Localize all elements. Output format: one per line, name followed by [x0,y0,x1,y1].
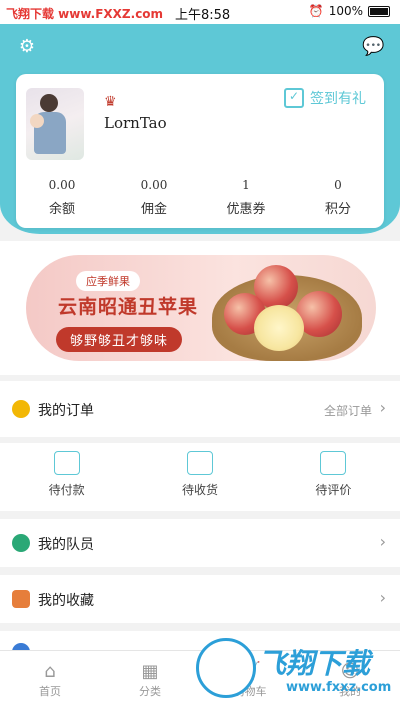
truck-icon [186,451,213,475]
gear-icon[interactable]: ⚙ [16,36,38,58]
site-watermark: 飞翔下载 www.fxxz.com [196,636,396,706]
status-right: ⏰ 100% [309,4,390,18]
checkin-label: 签到有礼 [310,91,366,107]
banner-title: 云南昭通丑苹果 [58,296,199,318]
category-icon: ▦ [141,661,159,682]
wallet-icon [53,451,80,475]
order-pending-review[interactable]: 待评价 [267,443,400,511]
stats-row: 0.00 余额 0.00 佣金 1 优惠券 0 积分 [16,178,384,217]
banner-section: 应季鲜果 云南昭通丑苹果 够野够丑才够味 [0,241,400,375]
menu-item-label: 我的队员 [38,537,94,553]
watermark-url: www.fxxz.com [286,680,392,695]
chevron-right-icon: › [379,532,386,551]
tab-home[interactable]: ⌂ 首页 [0,651,100,712]
review-icon [320,451,347,475]
banner-tag: 应季鲜果 [76,271,140,291]
stat-commission[interactable]: 0.00 佣金 [108,178,200,217]
stat-points[interactable]: 0 积分 [292,178,384,217]
battery-percent: 100% [328,4,363,18]
order-list-icon [12,400,30,418]
chevron-right-icon: › [379,398,386,417]
checkin-button[interactable]: 签到有礼 [284,88,366,108]
tab-category[interactable]: ▦ 分类 [100,651,200,712]
favorite-icon [12,590,30,608]
menu-item-team[interactable]: 我的队员 › [0,519,400,567]
apple-slice-image [254,305,304,351]
banner-subtitle: 够野够丑才够味 [56,327,183,352]
home-icon: ⌂ [44,661,56,682]
team-icon [12,534,30,552]
crown-icon: ♛ [104,94,117,110]
menu-item-label: 我的收藏 [38,593,94,609]
menu-item-favorites[interactable]: 我的收藏 › [0,575,400,623]
status-bar: 飞翔下载 www.FXXZ.com 上午8:58 ⏰ 100% [0,0,400,24]
calendar-check-icon [284,88,304,108]
watermark-text: 飞翔下载 [258,647,371,680]
watermark-logo-icon [196,638,256,698]
status-time: 上午8:58 [175,8,231,23]
stat-balance[interactable]: 0.00 余额 [16,178,108,217]
avatar[interactable] [26,88,84,160]
all-orders-link[interactable]: 全部订单 [324,402,372,419]
promo-banner[interactable]: 应季鲜果 云南昭通丑苹果 够野够丑才够味 [26,255,376,361]
stat-coupons[interactable]: 1 优惠券 [200,178,292,217]
orders-title: 我的订单 [38,403,94,419]
battery-icon [368,5,390,17]
order-status-row: 待付款 待收货 待评价 [0,443,400,511]
alarm-icon: ⏰ [308,4,324,18]
orders-header-row[interactable]: 我的订单 全部订单 › [0,381,400,437]
profile-card: ♛ LornTao 签到有礼 0.00 余额 0.00 佣金 1 优惠券 0 积… [16,74,384,228]
username: LornTao [104,114,167,132]
app-screen: 飞翔下载 www.FXXZ.com 上午8:58 ⏰ 100% ⚙ 💬 ♛ Lo… [0,0,400,712]
chevron-right-icon: › [379,588,386,607]
order-pending-payment[interactable]: 待付款 [0,443,133,511]
chat-icon[interactable]: 💬 [362,36,384,58]
order-pending-delivery[interactable]: 待收货 [133,443,266,511]
watermark-text: 飞翔下载 www.FXXZ.com [6,7,164,21]
